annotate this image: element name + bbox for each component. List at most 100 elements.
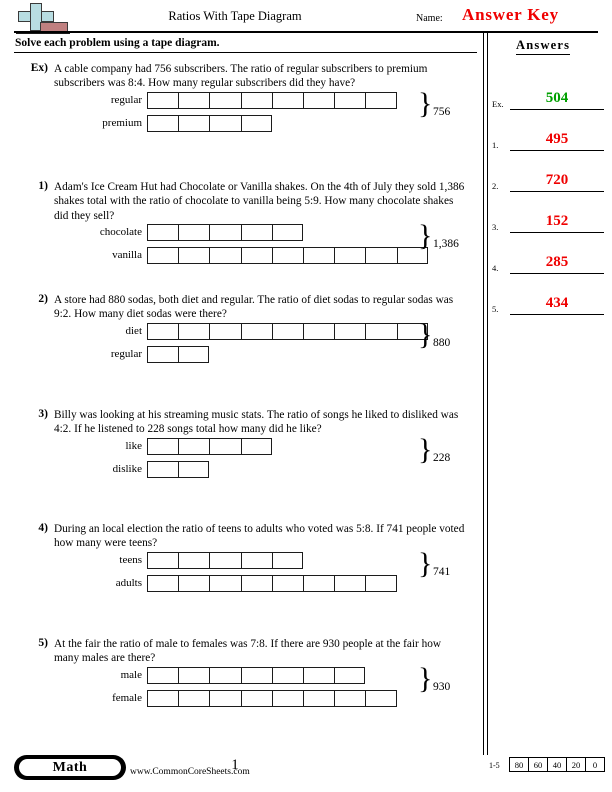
tape-box xyxy=(209,92,241,109)
tape-total-label: 741 xyxy=(433,566,451,578)
tape-box xyxy=(209,667,241,684)
page-number: 1 xyxy=(231,757,239,773)
answer-underline xyxy=(510,108,604,110)
tape-box-strip xyxy=(147,667,366,684)
tape-box xyxy=(240,92,272,109)
score-cell: 0 xyxy=(592,759,598,770)
tape-box xyxy=(365,92,397,109)
tape-box xyxy=(178,224,210,241)
tape-box xyxy=(334,690,366,707)
tape-box xyxy=(240,247,272,264)
problem-text: During an local election the ratio of te… xyxy=(54,523,465,550)
score-cell: 60 xyxy=(529,758,548,771)
tape-box xyxy=(240,438,272,455)
answer-value: 504 xyxy=(545,90,569,106)
tape-box xyxy=(147,438,179,455)
total-brace-icon: } xyxy=(418,219,433,252)
page-header: Ratios With Tape Diagram Name: Answer Ke… xyxy=(0,0,612,35)
tape-box-strip xyxy=(147,690,397,707)
tape-box xyxy=(178,667,210,684)
tape-box-strip xyxy=(147,224,303,241)
answer-row: 3. 152 xyxy=(492,195,604,233)
answer-index: 1. xyxy=(492,140,499,150)
problem-number: Ex) xyxy=(30,62,48,74)
answer-row: 1. 495 xyxy=(492,113,604,151)
tape-box xyxy=(271,92,303,109)
score-cell: 20 xyxy=(567,758,586,771)
tape-box-strip xyxy=(147,323,428,340)
tape-box xyxy=(240,552,272,569)
tape-box xyxy=(302,690,335,707)
tape-box-strip xyxy=(147,92,397,109)
answer-key-stamp: Answer Key xyxy=(462,5,559,24)
tape-box xyxy=(271,667,303,684)
answer-value: 434 xyxy=(545,295,569,311)
problem-text: A cable company had 756 subscribers. The… xyxy=(54,63,428,90)
tape-box xyxy=(178,552,210,569)
tape-box xyxy=(302,92,335,109)
answer-underline xyxy=(510,272,604,274)
score-range-label: 1-5 xyxy=(489,761,500,770)
tape-box xyxy=(178,247,210,264)
tape-box xyxy=(240,575,272,592)
tape-box xyxy=(271,552,303,569)
tape-box xyxy=(240,690,272,707)
score-cell: 80 xyxy=(510,758,529,771)
tape-total-label: 756 xyxy=(433,106,451,118)
problem-number: 5) xyxy=(38,637,48,649)
total-brace-icon: } xyxy=(418,433,433,466)
tape-box xyxy=(178,323,210,340)
tape-box-strip xyxy=(147,247,428,264)
tape-box-strip xyxy=(147,552,303,569)
tape-box xyxy=(147,115,179,132)
problem-number: 2) xyxy=(38,293,48,305)
answer-value: 495 xyxy=(545,131,569,147)
total-brace-icon: } xyxy=(418,662,433,695)
tape-box xyxy=(271,247,303,264)
tape-box xyxy=(178,115,210,132)
tape-box xyxy=(209,115,241,132)
tape-box xyxy=(209,438,241,455)
tape-row-label: dislike xyxy=(112,463,142,475)
tape-box xyxy=(365,575,397,592)
tape-box xyxy=(147,346,179,363)
tape-box xyxy=(334,575,366,592)
tape-box xyxy=(178,346,210,363)
tape-box xyxy=(334,247,366,264)
tape-box-strip xyxy=(147,115,272,132)
tape-box xyxy=(178,575,210,592)
tape-box xyxy=(302,667,335,684)
answers-column-divider-outer xyxy=(483,33,485,755)
problem-text: At the fair the ratio of male to females… xyxy=(54,638,442,665)
tape-box xyxy=(334,323,366,340)
tape-box xyxy=(209,247,241,264)
tape-box xyxy=(209,224,241,241)
tape-total-label: 930 xyxy=(433,681,451,693)
tape-box xyxy=(365,247,397,264)
worksheet-title: Ratios With Tape Diagram xyxy=(168,9,302,23)
answers-panel-title: Answers xyxy=(516,38,571,55)
answer-value: 720 xyxy=(545,172,569,188)
answer-row: 2. 720 xyxy=(492,154,604,192)
tape-box xyxy=(240,115,272,132)
problem-text: Billy was looking at his streaming music… xyxy=(54,409,459,436)
tape-box xyxy=(147,575,179,592)
header-divider-rule xyxy=(14,31,598,33)
tape-box xyxy=(334,667,366,684)
answer-index: 3. xyxy=(492,222,499,232)
answer-row: Ex. 504 xyxy=(492,72,604,110)
answer-value: 285 xyxy=(545,254,569,270)
tape-box xyxy=(302,575,335,592)
tape-box xyxy=(147,92,179,109)
answer-index: 4. xyxy=(492,263,499,273)
answer-underline xyxy=(510,231,604,233)
tape-box xyxy=(147,667,179,684)
tape-row-label: premium xyxy=(102,117,142,129)
score-table: 80 60 40 20 0 xyxy=(509,757,605,772)
tape-box xyxy=(178,92,210,109)
tape-box xyxy=(147,247,179,264)
tape-box xyxy=(209,552,241,569)
tape-box xyxy=(209,690,241,707)
tape-row-label: adults xyxy=(115,577,142,589)
name-field-label: Name: xyxy=(416,13,443,24)
